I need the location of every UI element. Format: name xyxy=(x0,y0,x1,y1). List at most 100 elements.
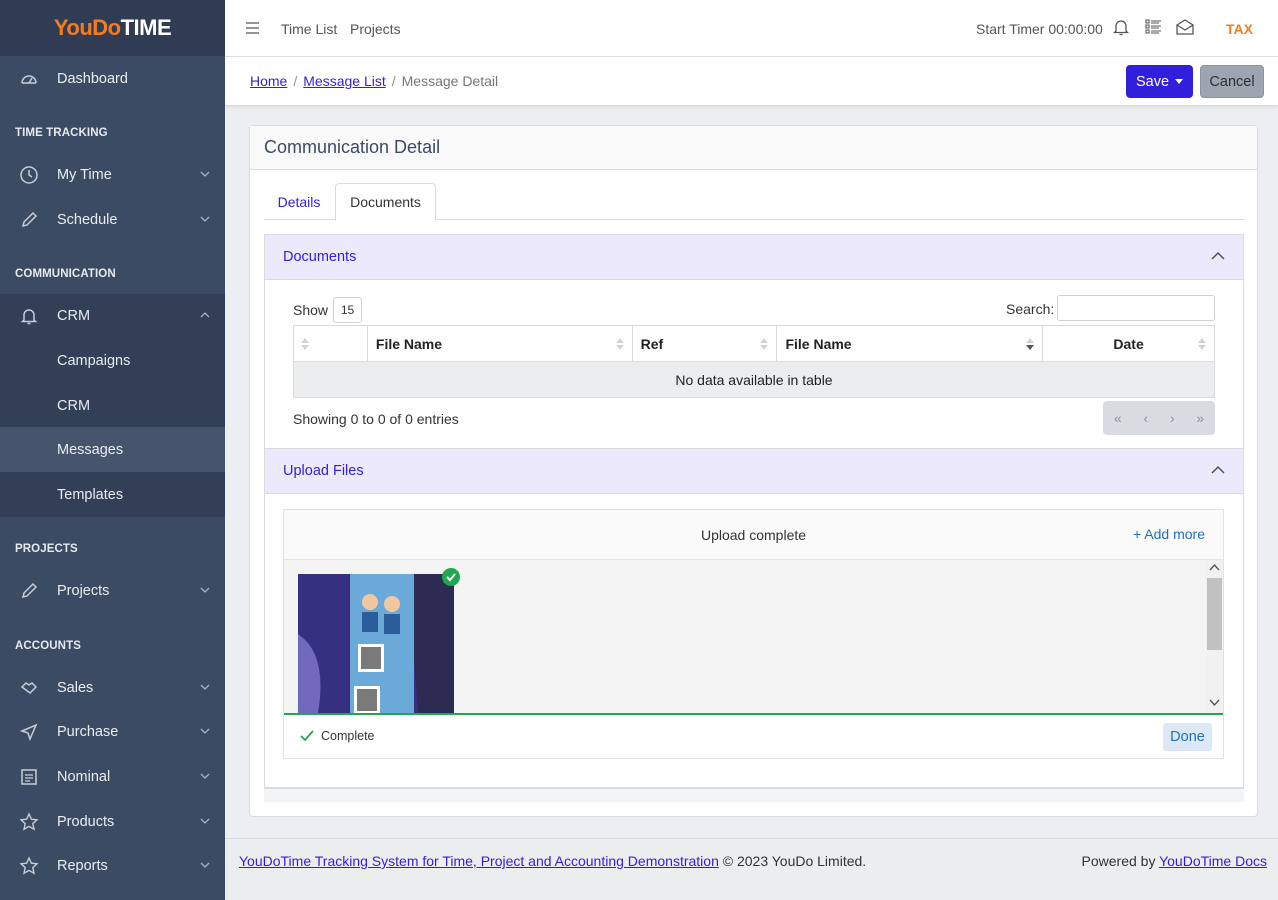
uploaded-file-thumbnail[interactable] xyxy=(298,574,454,713)
cancel-button[interactable]: Cancel xyxy=(1200,65,1264,98)
column-header-ref[interactable]: Ref xyxy=(631,325,778,362)
chevron-down-icon xyxy=(200,773,210,779)
sidebar-item-templates[interactable]: Templates xyxy=(0,472,225,517)
communication-detail-card: Communication Detail Details Documents D… xyxy=(249,125,1258,817)
search-label: Search: xyxy=(1006,301,1055,317)
bell-icon xyxy=(20,309,38,325)
chevron-up-icon xyxy=(200,312,210,318)
chevron-down-icon xyxy=(200,818,210,824)
page-length: Show 15 xyxy=(293,297,363,323)
chevron-down-icon xyxy=(200,587,210,593)
sidebar-item-reports[interactable]: Reports xyxy=(0,843,225,888)
sidebar-item-campaigns[interactable]: Campaigns xyxy=(0,338,225,383)
sidebar-item-crm-sub[interactable]: CRM xyxy=(0,383,225,428)
pencil-icon xyxy=(21,211,38,228)
breadcrumb: Home / Message List / Message Detail xyxy=(250,73,499,89)
breadcrumb-message-list[interactable]: Message List xyxy=(303,73,385,89)
envelope-open-icon[interactable] xyxy=(1176,18,1194,36)
breadcrumb-home[interactable]: Home xyxy=(250,73,287,89)
card-title: Communication Detail xyxy=(250,126,1257,170)
documents-panel-header[interactable]: Documents xyxy=(265,235,1243,280)
first-page-button[interactable]: « xyxy=(1114,410,1122,426)
column-header-select[interactable] xyxy=(293,325,368,362)
card-bottom-bar xyxy=(264,788,1244,802)
empty-table-message: No data available in table xyxy=(293,361,1215,398)
table-info: Showing 0 to 0 of 0 entries xyxy=(293,411,459,427)
tax-link[interactable]: TAX xyxy=(1226,21,1253,37)
sidebar-item-purchase[interactable]: Purchase xyxy=(0,709,225,754)
upload-complete-status: Complete xyxy=(300,729,375,743)
last-page-button[interactable]: » xyxy=(1196,410,1204,426)
section-communication: COMMUNICATION xyxy=(15,268,116,280)
chevron-down-icon xyxy=(200,684,210,690)
uploader-status-bar: Upload complete + Add more xyxy=(284,510,1223,560)
sidebar-item-schedule[interactable]: Schedule xyxy=(0,197,225,242)
sort-desc-icon xyxy=(1026,338,1035,350)
documents-table: File Name Ref File Name Date No data ava… xyxy=(293,325,1215,398)
tab-details[interactable]: Details xyxy=(264,183,334,220)
uploader-footer: Complete Done xyxy=(284,715,1223,758)
sort-icon xyxy=(760,338,769,350)
docs-link[interactable]: YouDoTime Docs xyxy=(1159,853,1267,869)
prev-page-button[interactable]: ‹ xyxy=(1143,410,1148,426)
upload-success-icon xyxy=(442,568,460,586)
section-projects: PROJECTS xyxy=(15,543,78,555)
documents-panel: Documents Show 15 Search: File Name Ref … xyxy=(264,234,1244,449)
chevron-down-icon xyxy=(200,862,210,868)
chevron-down-icon xyxy=(200,216,210,222)
menu-icon[interactable] xyxy=(246,22,259,34)
subheader: Home / Message List / Message Detail Save Ca… xyxy=(225,57,1278,106)
next-page-button[interactable]: › xyxy=(1170,410,1175,426)
plus-icon: + xyxy=(1133,526,1145,542)
footer-link[interactable]: YouDoTime Tracking System for Time, Proj… xyxy=(239,853,719,869)
uploaded-files-area xyxy=(284,560,1223,713)
sidebar-item-my-time[interactable]: My Time xyxy=(0,152,225,197)
section-time-tracking: TIME TRACKING xyxy=(15,127,108,139)
done-button[interactable]: Done xyxy=(1163,723,1212,751)
speedometer-icon xyxy=(21,75,37,84)
check-icon xyxy=(300,730,314,742)
header-link-projects[interactable]: Projects xyxy=(350,21,401,37)
search-input[interactable] xyxy=(1057,295,1215,321)
upload-panel-header[interactable]: Upload Files xyxy=(265,449,1243,494)
start-timer[interactable]: Start Timer 00:00:00 xyxy=(976,21,1103,37)
page-length-select[interactable]: 15 xyxy=(333,297,363,323)
sidebar-item-messages[interactable]: Messages xyxy=(0,427,225,472)
top-header: Time List Projects Start Timer 00:00:00 … xyxy=(225,0,1278,57)
section-accounts: ACCOUNTS xyxy=(15,640,81,652)
star-icon xyxy=(19,812,39,831)
bell-icon[interactable] xyxy=(1112,18,1130,36)
sidebar-item-nominal[interactable]: Nominal xyxy=(0,754,225,799)
clock-icon xyxy=(20,166,38,184)
brand-logo[interactable]: YouDo TIME xyxy=(0,0,225,56)
tab-documents[interactable]: Documents xyxy=(335,183,436,221)
scrollbar[interactable] xyxy=(1206,560,1223,713)
star-icon xyxy=(19,856,39,875)
add-more-button[interactable]: + Add more xyxy=(1133,526,1205,542)
copyright: © 2023 YouDo Limited. xyxy=(718,853,867,869)
sidebar-item-crm[interactable]: CRM xyxy=(0,293,225,338)
column-header-date[interactable]: Date xyxy=(1042,325,1215,362)
upload-status: Upload complete xyxy=(700,526,807,543)
sidebar-item-sales[interactable]: Sales xyxy=(0,665,225,710)
sort-icon xyxy=(1198,338,1206,350)
header-link-time-list[interactable]: Time List xyxy=(281,21,337,37)
caret-down-icon xyxy=(1175,79,1184,84)
save-button[interactable]: Save xyxy=(1126,65,1193,98)
handshake-icon xyxy=(20,682,38,694)
sidebar-item-projects[interactable]: Projects xyxy=(0,568,225,613)
sort-icon xyxy=(615,338,624,350)
column-header-file-name[interactable]: File Name xyxy=(366,325,633,362)
column-header-file-name-2[interactable]: File Name xyxy=(776,325,1044,362)
sort-icon xyxy=(301,338,309,350)
sidebar-item-products[interactable]: Products xyxy=(0,799,225,844)
upload-panel: Upload Files Upload complete + Add more xyxy=(264,449,1244,788)
chevron-up-icon[interactable] xyxy=(1211,251,1225,261)
thumbnail-image xyxy=(298,574,454,713)
list-icon[interactable] xyxy=(1144,18,1162,36)
footer: YouDoTime Tracking System for Time, Proj… xyxy=(225,838,1278,900)
send-icon xyxy=(19,723,38,742)
chevron-up-icon[interactable] xyxy=(1211,465,1225,475)
tabs: Details Documents xyxy=(264,183,1244,221)
sidebar-item-dashboard[interactable]: Dashboard xyxy=(0,56,225,101)
